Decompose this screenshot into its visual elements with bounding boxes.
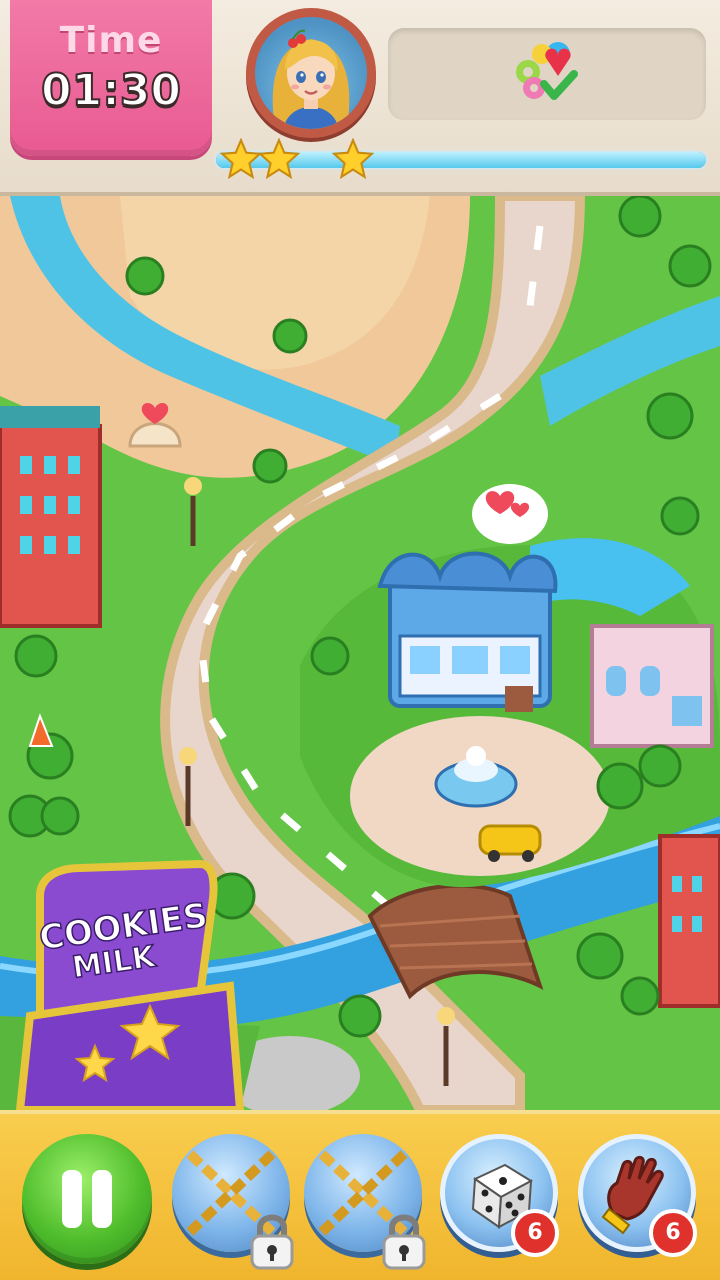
timer-value: 01:30 xyxy=(40,64,182,117)
avatar-portrait xyxy=(255,17,367,129)
glove-count-badge: 6 xyxy=(649,1209,697,1257)
booster-bar: 6 6 xyxy=(0,1110,720,1280)
timer-label: Time xyxy=(59,20,163,61)
player-avatar[interactable] xyxy=(246,8,376,138)
candy-goal-icon xyxy=(516,42,578,100)
map-illustration: COOKIES MILK xyxy=(0,196,720,1110)
lock-icon xyxy=(382,1214,426,1270)
game-map[interactable]: COOKIES MILK xyxy=(0,196,720,1110)
check-icon xyxy=(540,70,578,100)
chained-booster-2[interactable] xyxy=(304,1134,426,1270)
star-icon xyxy=(332,138,374,180)
dice-booster[interactable]: 6 xyxy=(440,1134,559,1257)
lock-icon xyxy=(250,1214,294,1270)
top-hud: Time 01:30 xyxy=(0,0,720,196)
glove-booster[interactable]: 6 xyxy=(578,1134,697,1257)
goal-panel xyxy=(388,28,706,120)
star-icon xyxy=(258,138,300,180)
timer-card: Time 01:30 xyxy=(10,0,212,156)
pause-button[interactable] xyxy=(22,1134,152,1264)
dice-count-badge: 6 xyxy=(511,1209,559,1257)
star-icon xyxy=(220,138,262,180)
chained-booster-1[interactable] xyxy=(172,1134,294,1270)
